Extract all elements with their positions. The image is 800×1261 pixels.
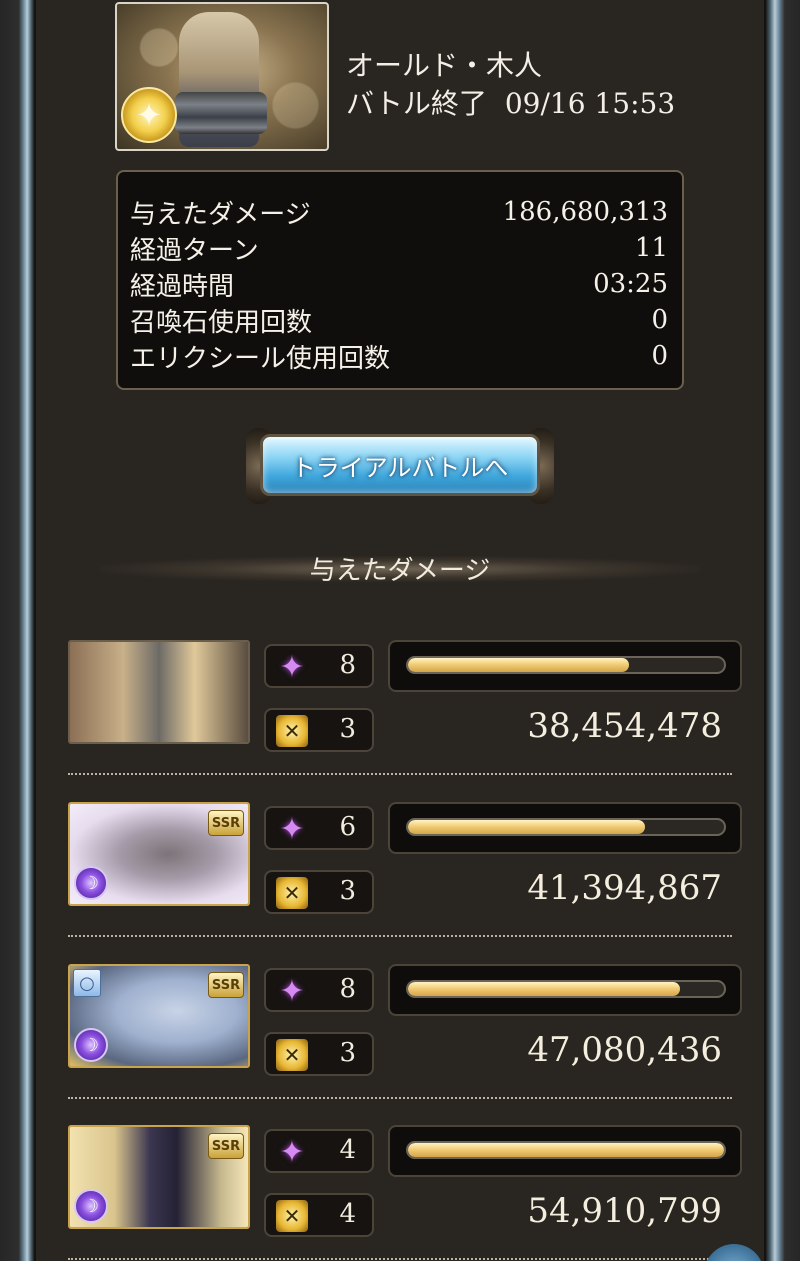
ougi-count-chip: ✕ 3 bbox=[264, 1032, 374, 1076]
stat-label: 経過時間 bbox=[130, 271, 235, 302]
ougi-count: 3 bbox=[339, 1038, 356, 1068]
skill-count: 8 bbox=[339, 650, 356, 680]
trial-battle-label: トライアルバトルへ bbox=[260, 434, 540, 496]
stat-row-damage: 与えたダメージ 186,680,313 bbox=[130, 194, 668, 230]
character-portrait[interactable] bbox=[68, 640, 250, 744]
ougi-count: 4 bbox=[339, 1199, 356, 1229]
character-row: SSR ☽ ✦ 4 ✕ 4 54,910,799 bbox=[68, 1125, 744, 1261]
damage-bar-fill bbox=[408, 982, 680, 996]
ougi-count: 3 bbox=[339, 876, 356, 906]
damage-bar-track bbox=[406, 980, 726, 998]
skill-count-chip: ✦ 4 bbox=[264, 1129, 374, 1173]
stat-label: 召喚石使用回数 bbox=[130, 307, 313, 338]
ougi-count: 3 bbox=[339, 714, 356, 744]
battle-status: バトル終了 09/16 15:53 bbox=[346, 82, 675, 122]
skill-sparkle-icon: ✦ bbox=[279, 649, 305, 685]
stat-label: 経過ターン bbox=[130, 235, 259, 266]
stat-label: 与えたダメージ bbox=[130, 199, 311, 230]
stat-value: 0 bbox=[651, 341, 668, 371]
ring-icon: ○ bbox=[73, 969, 101, 997]
boss-name: オールド・木人 bbox=[346, 49, 543, 82]
light-element-icon: ✦ bbox=[121, 87, 177, 143]
skill-count: 6 bbox=[339, 812, 356, 842]
damage-bar bbox=[388, 802, 742, 854]
character-portrait[interactable]: ○ SSR ☽ bbox=[68, 964, 250, 1068]
stat-row-summons: 召喚石使用回数 0 bbox=[130, 302, 668, 338]
section-title: 与えたダメージ bbox=[309, 556, 491, 586]
skill-count: 4 bbox=[339, 1135, 356, 1165]
row-divider bbox=[68, 1258, 732, 1260]
stat-row-time: 経過時間 03:25 bbox=[130, 266, 668, 302]
skill-sparkle-icon: ✦ bbox=[279, 973, 305, 1009]
stat-value: 0 bbox=[651, 305, 668, 335]
dark-element-icon: ☽ bbox=[74, 1189, 108, 1223]
left-frame bbox=[0, 0, 34, 1261]
damage-bar-fill bbox=[408, 820, 645, 834]
stat-label: エリクシール使用回数 bbox=[130, 343, 391, 374]
row-divider bbox=[68, 1097, 732, 1099]
damage-bar-track bbox=[406, 1141, 726, 1159]
damage-bar bbox=[388, 640, 742, 692]
skill-count-chip: ✦ 6 bbox=[264, 806, 374, 850]
character-art bbox=[70, 642, 248, 742]
boss-thumbnail[interactable]: ✦ bbox=[115, 2, 329, 151]
battle-timestamp: 09/16 15:53 bbox=[504, 87, 676, 120]
ougi-count-chip: ✕ 3 bbox=[264, 870, 374, 914]
boss-barrel bbox=[175, 92, 267, 134]
skill-count-chip: ✦ 8 bbox=[264, 968, 374, 1012]
dark-element-icon: ☽ bbox=[74, 1028, 108, 1062]
character-row: ✦ 8 ✕ 3 38,454,478 bbox=[68, 640, 744, 802]
row-divider bbox=[68, 773, 732, 775]
damage-bar-track bbox=[406, 656, 726, 674]
stat-row-elixirs: エリクシール使用回数 0 bbox=[130, 338, 668, 374]
character-damage: 47,080,436 bbox=[527, 1030, 722, 1070]
trial-battle-button[interactable]: トライアルバトルへ bbox=[246, 428, 554, 504]
skill-sparkle-icon: ✦ bbox=[279, 811, 305, 847]
damage-bar bbox=[388, 964, 742, 1016]
ougi-charge-icon: ✕ bbox=[276, 715, 308, 747]
damage-bar-fill bbox=[408, 658, 630, 672]
ougi-charge-icon: ✕ bbox=[276, 1200, 308, 1232]
right-frame bbox=[766, 0, 800, 1261]
damage-bar-fill bbox=[408, 1143, 724, 1157]
stat-value: 11 bbox=[634, 233, 668, 263]
battle-stats-box: 与えたダメージ 186,680,313 経過ターン 11 経過時間 03:25 … bbox=[116, 170, 684, 390]
ougi-count-chip: ✕ 3 bbox=[264, 708, 374, 752]
character-portrait[interactable]: SSR ☽ bbox=[68, 1125, 250, 1229]
row-divider bbox=[68, 935, 732, 937]
stat-row-turns: 経過ターン 11 bbox=[130, 230, 668, 266]
skill-count-chip: ✦ 8 bbox=[264, 644, 374, 688]
stat-value: 186,680,313 bbox=[502, 197, 668, 227]
character-damage: 38,454,478 bbox=[527, 706, 722, 746]
skill-sparkle-icon: ✦ bbox=[279, 1134, 305, 1170]
status-text: バトル終了 bbox=[346, 87, 487, 120]
damage-bar-track bbox=[406, 818, 726, 836]
stat-value: 03:25 bbox=[593, 269, 668, 299]
ougi-charge-icon: ✕ bbox=[276, 1039, 308, 1071]
damage-bar bbox=[388, 1125, 742, 1177]
character-row: SSR ☽ ✦ 6 ✕ 3 41,394,867 bbox=[68, 802, 744, 964]
character-damage: 41,394,867 bbox=[527, 868, 722, 908]
character-portrait[interactable]: SSR ☽ bbox=[68, 802, 250, 906]
ougi-charge-icon: ✕ bbox=[276, 877, 308, 909]
ssr-badge: SSR bbox=[208, 972, 244, 998]
skill-count: 8 bbox=[339, 974, 356, 1004]
dark-element-icon: ☽ bbox=[74, 866, 108, 900]
ougi-count-chip: ✕ 4 bbox=[264, 1193, 374, 1237]
character-row: ○ SSR ☽ ✦ 8 ✕ 3 47,080,436 bbox=[68, 964, 744, 1126]
ssr-badge: SSR bbox=[208, 1133, 244, 1159]
ssr-badge: SSR bbox=[208, 810, 244, 836]
character-damage: 54,910,799 bbox=[527, 1191, 722, 1231]
